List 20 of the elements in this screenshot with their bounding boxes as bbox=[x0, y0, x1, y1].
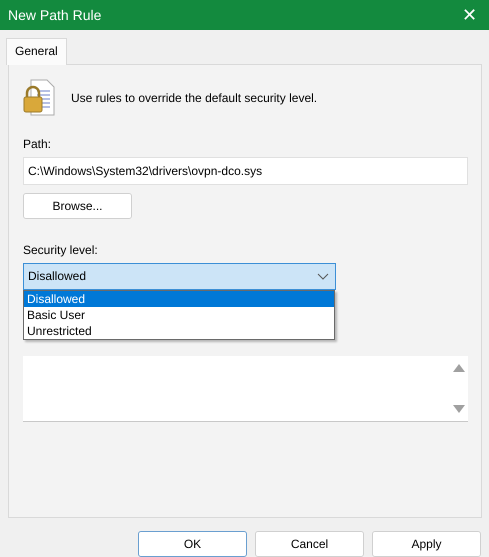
dropdown-option[interactable]: Disallowed bbox=[24, 290, 334, 307]
path-field[interactable]: C:\Windows\System32\drivers\ovpn-dco.sys bbox=[23, 156, 468, 185]
dialog-button[interactable]: OK bbox=[138, 531, 247, 557]
tab[interactable]: General bbox=[6, 38, 67, 65]
close-button[interactable]: ✕ bbox=[458, 4, 481, 26]
path-label: Path: bbox=[23, 136, 52, 151]
intro-text: Use rules to override the default security level. bbox=[71, 90, 318, 105]
dropdown-option[interactable]: Basic User bbox=[24, 306, 334, 323]
chevron-down-icon bbox=[317, 272, 329, 280]
lock-document-icon bbox=[23, 78, 57, 117]
security-level-dropdown[interactable]: Disallowed bbox=[23, 262, 336, 290]
dropdown-option[interactable]: Unrestricted bbox=[24, 322, 334, 339]
window-title: New Path Rule bbox=[8, 6, 102, 23]
description-field[interactable] bbox=[23, 356, 468, 422]
browse-button[interactable]: Browse... bbox=[23, 192, 132, 219]
dialog-button[interactable]: Apply bbox=[372, 531, 481, 557]
security-level-label: Security level: bbox=[23, 242, 99, 257]
dialog-button[interactable]: Cancel bbox=[255, 531, 364, 557]
scroll-up-icon[interactable] bbox=[453, 364, 465, 372]
scroll-down-icon[interactable] bbox=[453, 404, 465, 413]
